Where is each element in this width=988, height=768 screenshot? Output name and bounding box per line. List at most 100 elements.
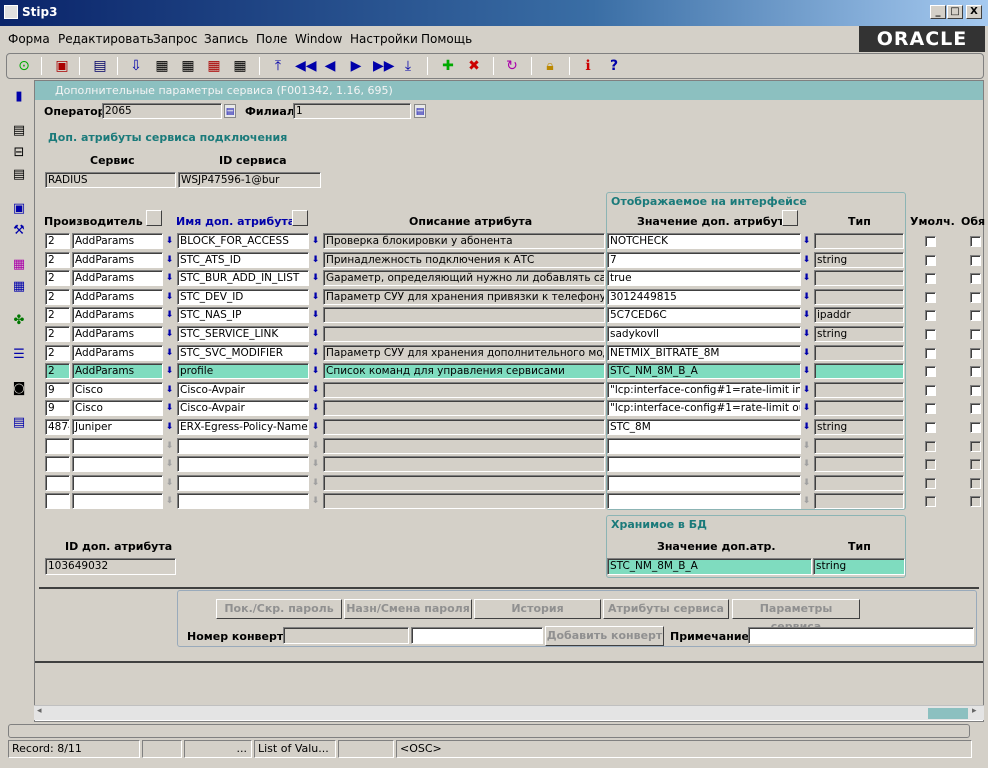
- row-vendor-id[interactable]: 2: [45, 252, 70, 268]
- show-password-button[interactable]: Пок./Скр. пароль: [216, 599, 342, 619]
- attr-name-lov-icon[interactable]: ⬇: [311, 307, 320, 323]
- next-record-icon[interactable]: ▶: [347, 57, 365, 75]
- required-checkbox[interactable]: [970, 329, 981, 340]
- required-checkbox[interactable]: [970, 478, 981, 489]
- row-value[interactable]: sadykovll: [607, 326, 801, 342]
- required-checkbox[interactable]: [970, 459, 981, 470]
- row-description[interactable]: Проверка блокировки у абонента: [323, 233, 605, 249]
- vendor-lov-icon[interactable]: ⬇: [165, 252, 174, 268]
- default-checkbox[interactable]: [925, 441, 936, 452]
- row-description[interactable]: Параметр СУУ для хранения привязки к тел…: [323, 289, 605, 305]
- attr-name-lov-icon[interactable]: ⬇: [311, 493, 320, 509]
- save-icon[interactable]: ▣: [53, 57, 71, 75]
- default-checkbox[interactable]: [925, 236, 936, 247]
- value-lov-icon[interactable]: ⬇: [802, 326, 811, 342]
- row-value[interactable]: [607, 456, 801, 472]
- attr-name-lov-icon[interactable]: ⬇: [311, 456, 320, 472]
- default-checkbox[interactable]: [925, 478, 936, 489]
- value-lov-icon[interactable]: ⬇: [802, 289, 811, 305]
- list-icon[interactable]: ▦: [10, 278, 28, 296]
- required-checkbox[interactable]: [970, 310, 981, 321]
- exit-icon[interactable]: ⊙: [15, 57, 33, 75]
- horizontal-scrollbar[interactable]: ◂ ▸: [34, 705, 984, 720]
- row-type[interactable]: ipaddr: [814, 307, 904, 323]
- row-value[interactable]: [607, 475, 801, 491]
- row-type[interactable]: [814, 270, 904, 286]
- print-icon[interactable]: ▤: [91, 57, 109, 75]
- required-checkbox[interactable]: [970, 496, 981, 507]
- value-lov-icon[interactable]: ⬇: [802, 252, 811, 268]
- last-record-icon[interactable]: ⤓: [399, 57, 417, 75]
- row-vendor-id[interactable]: 2: [45, 307, 70, 323]
- db-value-field[interactable]: STC_NM_8M_B_A: [607, 558, 812, 575]
- row-description[interactable]: [323, 456, 605, 472]
- menu-field[interactable]: Поле: [256, 32, 287, 46]
- operator-lov-icon[interactable]: ▤: [224, 104, 236, 118]
- row-vendor-id[interactable]: 2: [45, 363, 70, 379]
- row-description[interactable]: [323, 382, 605, 398]
- attr-name-sort-button[interactable]: [292, 210, 308, 226]
- row-vendor-id[interactable]: 4874: [45, 419, 70, 435]
- row-vendor-id[interactable]: 9: [45, 400, 70, 416]
- row-value[interactable]: [607, 438, 801, 454]
- value-lov-icon[interactable]: ⬇: [802, 307, 811, 323]
- row-attr-name[interactable]: Cisco-Avpair: [177, 382, 309, 398]
- vendor-lov-icon[interactable]: ⬇: [165, 289, 174, 305]
- vendor-lov-icon[interactable]: ⬇: [165, 326, 174, 342]
- required-checkbox[interactable]: [970, 385, 981, 396]
- default-checkbox[interactable]: [925, 310, 936, 321]
- value-sort-button[interactable]: [782, 210, 798, 226]
- row-description[interactable]: [323, 493, 605, 509]
- row-description[interactable]: Gараметр, определяющий нужно ли добавлят…: [323, 270, 605, 286]
- attr-name-lov-icon[interactable]: ⬇: [311, 363, 320, 379]
- default-checkbox[interactable]: [925, 422, 936, 433]
- attr-name-lov-icon[interactable]: ⬇: [311, 400, 320, 416]
- attr-name-lov-icon[interactable]: ⬇: [311, 233, 320, 249]
- branch-field[interactable]: 1: [293, 103, 411, 119]
- row-type[interactable]: [814, 363, 904, 379]
- row-value[interactable]: 3012449815: [607, 289, 801, 305]
- vendor-lov-icon[interactable]: ⬇: [165, 363, 174, 379]
- row-type[interactable]: [814, 382, 904, 398]
- value-lov-icon[interactable]: ⬇: [802, 456, 811, 472]
- row-vendor[interactable]: AddParams: [72, 326, 163, 342]
- download-icon[interactable]: ⇩: [127, 57, 145, 75]
- row-vendor[interactable]: Cisco: [72, 382, 163, 398]
- row-vendor[interactable]: AddParams: [72, 363, 163, 379]
- row-vendor-id[interactable]: 9: [45, 382, 70, 398]
- menu-record[interactable]: Запись: [204, 32, 248, 46]
- vendor-lov-icon[interactable]: ⬇: [165, 307, 174, 323]
- query-enter-icon[interactable]: ▦: [153, 57, 171, 75]
- info-icon[interactable]: ℹ: [579, 57, 597, 75]
- value-lov-icon[interactable]: ⬇: [802, 345, 811, 361]
- disk-icon[interactable]: ▣: [10, 200, 28, 218]
- default-checkbox[interactable]: [925, 329, 936, 340]
- row-vendor-id[interactable]: 2: [45, 345, 70, 361]
- row-type[interactable]: string: [814, 326, 904, 342]
- default-checkbox[interactable]: [925, 496, 936, 507]
- value-lov-icon[interactable]: ⬇: [802, 363, 811, 379]
- default-checkbox[interactable]: [925, 459, 936, 470]
- scroll-thumb[interactable]: [928, 708, 968, 719]
- default-checkbox[interactable]: [925, 292, 936, 303]
- row-description[interactable]: [323, 475, 605, 491]
- value-lov-icon[interactable]: ⬇: [802, 400, 811, 416]
- row-vendor[interactable]: [72, 456, 163, 472]
- row-attr-name[interactable]: Cisco-Avpair: [177, 400, 309, 416]
- vendor-lov-icon[interactable]: ⬇: [165, 475, 174, 491]
- next-set-icon[interactable]: ▶▶: [373, 57, 395, 75]
- menu-help[interactable]: Помощь: [421, 32, 472, 46]
- required-checkbox[interactable]: [970, 403, 981, 414]
- row-type[interactable]: [814, 289, 904, 305]
- row-value[interactable]: NOTCHECK: [607, 233, 801, 249]
- row-vendor-id[interactable]: 2: [45, 270, 70, 286]
- row-value[interactable]: [607, 493, 801, 509]
- vendor-sort-button[interactable]: [146, 210, 162, 226]
- vendor-lov-icon[interactable]: ⬇: [165, 493, 174, 509]
- menu-settings[interactable]: Настройки: [350, 32, 418, 46]
- value-lov-icon[interactable]: ⬇: [802, 382, 811, 398]
- row-vendor[interactable]: Cisco: [72, 400, 163, 416]
- default-checkbox[interactable]: [925, 348, 936, 359]
- envelope-input[interactable]: [411, 627, 543, 644]
- required-checkbox[interactable]: [970, 292, 981, 303]
